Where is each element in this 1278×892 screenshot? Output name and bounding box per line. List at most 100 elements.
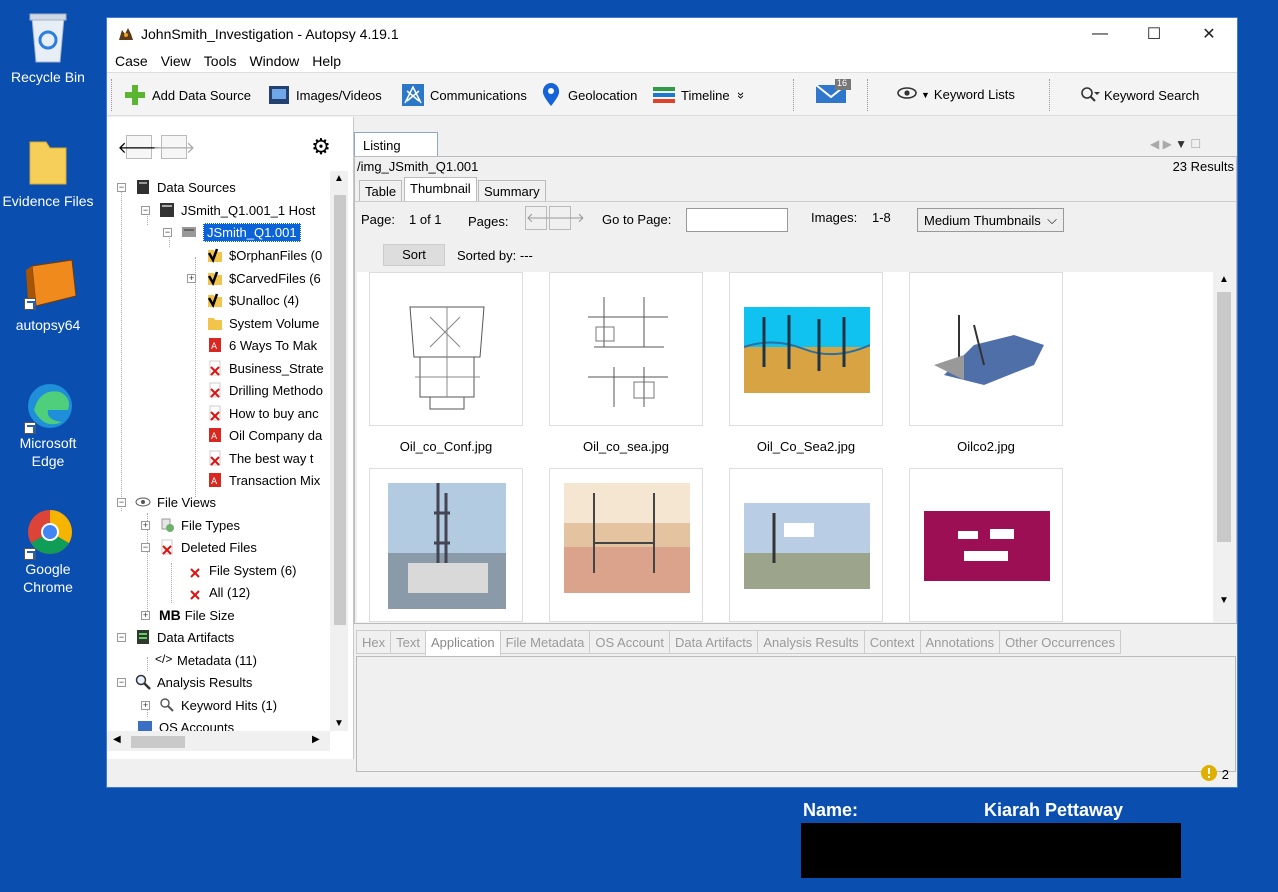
scroll-up-arrow-icon[interactable]: ▲ xyxy=(1219,274,1229,285)
scroll-up-arrow-icon[interactable]: ▲ xyxy=(334,173,344,184)
tree-node-data-artifacts[interactable]: − Data Artifacts xyxy=(117,627,234,647)
scroll-down-arrow-icon[interactable]: ▼ xyxy=(334,718,344,729)
thumbnail-card[interactable] xyxy=(729,272,883,426)
keyword-search-button[interactable]: Keyword Search xyxy=(1080,86,1199,105)
next-page-button[interactable]: 🡒 xyxy=(549,206,585,230)
tab-hex[interactable]: Hex xyxy=(356,630,392,654)
goto-page-input[interactable] xyxy=(686,208,788,232)
menu-view[interactable]: View xyxy=(161,53,191,69)
settings-button[interactable]: ⚙ xyxy=(308,134,334,159)
add-data-source-button[interactable]: Add Data Source xyxy=(123,83,251,107)
tree-node-file-types[interactable]: + File Types xyxy=(141,515,240,535)
tree-node-deleted-files[interactable]: − Deleted Files xyxy=(141,537,257,557)
menu-window[interactable]: Window xyxy=(249,53,299,69)
tree-node-file[interactable]: A Transaction Mix xyxy=(207,470,320,490)
scroll-right-arrow-icon[interactable]: ▶ xyxy=(312,734,320,745)
close-button[interactable]: ✕ xyxy=(1186,18,1232,50)
thumbnail-card[interactable] xyxy=(549,468,703,622)
tree-node-image[interactable]: − JSmith_Q1.001 xyxy=(163,222,301,242)
tab-data-artifacts[interactable]: Data Artifacts xyxy=(669,630,759,654)
menu-tools[interactable]: Tools xyxy=(204,53,237,69)
tab-analysis-results[interactable]: Analysis Results xyxy=(757,630,865,654)
tree-node-orphan-files[interactable]: $OrphanFiles (0 xyxy=(207,245,322,265)
tree-vertical-scrollbar[interactable]: ▲ ▼ xyxy=(330,171,348,731)
expand-toggle-icon[interactable]: + xyxy=(187,274,196,283)
forward-button[interactable]: 🡒 xyxy=(153,135,195,159)
tab-table[interactable]: Table xyxy=(359,180,403,202)
messages-button[interactable]: 16 xyxy=(815,78,856,103)
communications-button[interactable]: Communications xyxy=(401,83,527,107)
prev-page-button[interactable]: 🡐 xyxy=(525,206,561,230)
collapse-toggle-icon[interactable]: − xyxy=(141,543,150,552)
images-videos-button[interactable]: Images/Videos xyxy=(267,83,382,107)
tab-application[interactable]: Application xyxy=(424,630,501,656)
thumbnail-card[interactable] xyxy=(549,272,703,426)
minimize-button[interactable]: — xyxy=(1077,18,1123,50)
tab-text[interactable]: Text xyxy=(390,630,426,654)
tree-node-file[interactable]: The best way t xyxy=(207,448,314,468)
tree-node-carved-files[interactable]: + $CarvedFiles (6 xyxy=(187,268,321,288)
scroll-down-arrow-icon[interactable]: ▼ xyxy=(1219,595,1229,606)
tree-node-host[interactable]: − JSmith_Q1.001_1 Host xyxy=(141,200,315,220)
notifications-indicator[interactable]: 2 xyxy=(1200,764,1229,785)
tree-node-all[interactable]: All (12) xyxy=(187,582,250,602)
thumbnail-card[interactable] xyxy=(369,468,523,622)
tree-node-file[interactable]: A 6 Ways To Mak xyxy=(207,335,317,355)
tab-summary[interactable]: Summary xyxy=(478,180,546,202)
tree-node-metadata[interactable]: </> Metadata (11) xyxy=(155,650,257,670)
tree-horizontal-scrollbar[interactable]: ◀ ▶ xyxy=(107,731,330,751)
tree-node-keyword-hits[interactable]: + Keyword Hits (1) xyxy=(141,695,277,715)
tab-os-account[interactable]: OS Account xyxy=(589,630,670,654)
desktop-icon-recycle-bin[interactable]: Recycle Bin xyxy=(0,8,96,86)
desktop-icon-chrome[interactable]: Google Chrome xyxy=(0,506,96,596)
tab-file-metadata[interactable]: File Metadata xyxy=(499,630,591,654)
collapse-toggle-icon[interactable]: − xyxy=(117,633,126,642)
tree-node-unalloc[interactable]: $Unalloc (4) xyxy=(207,290,299,310)
tree-node-file[interactable]: Business_Strate xyxy=(207,358,324,378)
desktop-icon-autopsy64[interactable]: autopsy64 xyxy=(0,256,96,334)
expand-toggle-icon[interactable]: + xyxy=(141,521,150,530)
tree-node-analysis-results[interactable]: − Analysis Results xyxy=(117,672,252,692)
thumbnail-vertical-scrollbar[interactable]: ▲ ▼ xyxy=(1213,272,1235,622)
sort-button[interactable]: Sort xyxy=(383,244,445,266)
collapse-toggle-icon[interactable]: − xyxy=(163,228,172,237)
geolocation-button[interactable]: Geolocation xyxy=(539,83,637,107)
tree-node-file-size[interactable]: + MB File Size xyxy=(141,605,235,625)
tab-other-occurrences[interactable]: Other Occurrences xyxy=(999,630,1121,654)
window-nav-controls[interactable]: ◀ ▶ ▼ ☐ xyxy=(1150,137,1201,151)
expand-toggle-icon[interactable]: + xyxy=(141,701,150,710)
tab-listing[interactable]: Listing xyxy=(354,132,438,156)
collapse-toggle-icon[interactable]: − xyxy=(117,498,126,507)
scroll-thumb[interactable] xyxy=(131,736,185,748)
title-bar[interactable]: JohnSmith_Investigation - Autopsy 4.19.1… xyxy=(107,18,1237,50)
thumbnail-card[interactable] xyxy=(369,272,523,426)
tree-node-file[interactable]: Drilling Methodo xyxy=(207,380,323,400)
timeline-button[interactable]: Timeline » xyxy=(652,83,749,107)
tree-node-file[interactable]: A Oil Company da xyxy=(207,425,322,445)
menu-case[interactable]: Case xyxy=(115,53,148,69)
thumbnail-card[interactable] xyxy=(909,468,1063,622)
scroll-left-arrow-icon[interactable]: ◀ xyxy=(113,734,121,745)
thumbnail-card[interactable] xyxy=(909,272,1063,426)
tree-node-file-views[interactable]: − File Views xyxy=(117,492,216,512)
tree-node-file[interactable]: How to buy anc xyxy=(207,403,319,423)
scroll-thumb[interactable] xyxy=(1217,292,1231,542)
expand-toggle-icon[interactable]: + xyxy=(141,611,150,620)
tree-node-data-sources[interactable]: − Data Sources xyxy=(117,177,236,197)
more-chevron-icon[interactable]: » xyxy=(734,91,749,98)
keyword-lists-button[interactable]: ▼ Keyword Lists xyxy=(897,86,1015,103)
tree-node-file-system[interactable]: File System (6) xyxy=(187,560,296,580)
menu-help[interactable]: Help xyxy=(312,53,341,69)
tree-node-system-volume[interactable]: System Volume xyxy=(207,313,319,333)
tab-annotations[interactable]: Annotations xyxy=(919,630,1001,654)
maximize-button[interactable]: ☐ xyxy=(1131,18,1177,50)
thumbnail-size-select[interactable]: Medium Thumbnails ⌵ xyxy=(917,208,1064,232)
collapse-toggle-icon[interactable]: − xyxy=(141,206,150,215)
thumbnail-card[interactable] xyxy=(729,468,883,622)
desktop-icon-edge[interactable]: Microsoft Edge xyxy=(0,380,96,470)
scroll-thumb[interactable] xyxy=(334,195,346,625)
tab-thumbnail[interactable]: Thumbnail xyxy=(404,177,477,202)
collapse-toggle-icon[interactable]: − xyxy=(117,183,126,192)
back-button[interactable]: 🡐 xyxy=(118,135,160,159)
tab-context[interactable]: Context xyxy=(863,630,921,654)
